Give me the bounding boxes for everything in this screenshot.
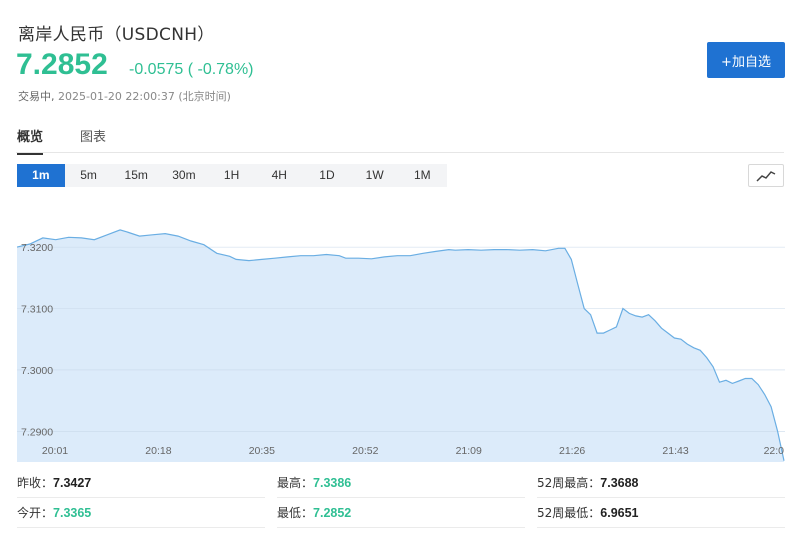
stat-value: 7.2852 bbox=[313, 506, 352, 520]
x-tick-label: 22:0 bbox=[764, 445, 785, 457]
x-tick-label: 21:09 bbox=[456, 445, 482, 457]
stat-label: 52周最高： bbox=[537, 476, 601, 490]
stat-label: 最低： bbox=[277, 506, 314, 520]
trading-status: 交易中, 2025-01-20 22:00:37 (北京时间) bbox=[18, 88, 231, 104]
divider bbox=[277, 527, 525, 528]
divider bbox=[537, 527, 785, 528]
stat-open: 今开：7.3365 bbox=[17, 498, 91, 528]
interval-4h[interactable]: 4H bbox=[255, 164, 303, 187]
interval-selector: 1m 5m 15m 30m 1H 4H 1D 1W 1M bbox=[17, 164, 447, 187]
x-tick-label: 20:18 bbox=[145, 445, 171, 457]
stat-label: 昨收： bbox=[17, 476, 54, 490]
y-tick-label: 7.3100 bbox=[21, 304, 53, 316]
interval-15m[interactable]: 15m bbox=[112, 164, 160, 187]
line-chart-icon bbox=[756, 170, 776, 182]
interval-1m[interactable]: 1m bbox=[17, 164, 65, 187]
stats-row: 昨收：7.3427 最高：7.3386 52周最高：7.3688 bbox=[17, 468, 785, 498]
stat-label: 52周最低： bbox=[537, 506, 601, 520]
timestamp: 2025-01-20 22:00:37 (北京时间) bbox=[58, 90, 231, 103]
y-tick-label: 7.3000 bbox=[21, 365, 53, 377]
stat-high: 最高：7.3386 bbox=[277, 468, 351, 498]
add-to-watchlist-button[interactable]: +加自选 bbox=[707, 42, 785, 78]
y-tick-label: 7.3200 bbox=[21, 242, 53, 254]
stat-value: 7.3427 bbox=[53, 476, 92, 490]
stat-value: 7.3688 bbox=[600, 476, 639, 490]
stat-value: 7.3365 bbox=[53, 506, 92, 520]
stats-panel: 昨收：7.3427 最高：7.3386 52周最高：7.3688 今开：7.33… bbox=[17, 468, 785, 530]
tab-bar: 概览 图表 bbox=[0, 126, 800, 155]
price-chart-svg: 7.3200 7.3100 7.3000 7.2900 20:01 20:18 20:35 2… bbox=[17, 198, 785, 462]
interval-1h[interactable]: 1H bbox=[208, 164, 256, 187]
x-tick-label: 20:01 bbox=[42, 445, 68, 457]
status-label: 交易中, bbox=[18, 90, 55, 103]
x-tick-label: 21:43 bbox=[662, 445, 688, 457]
stat-label: 最高： bbox=[277, 476, 314, 490]
price-chart[interactable]: 7.3200 7.3100 7.3000 7.2900 20:01 20:18 20:35 2… bbox=[17, 198, 785, 462]
instrument-title: 离岸人民币（USDCNH） bbox=[18, 25, 215, 45]
interval-1d[interactable]: 1D bbox=[303, 164, 351, 187]
stat-value: 7.3386 bbox=[313, 476, 352, 490]
stat-prev-close: 昨收：7.3427 bbox=[17, 468, 91, 498]
stat-label: 今开： bbox=[17, 506, 54, 520]
stat-value: 6.9651 bbox=[600, 506, 639, 520]
tab-divider bbox=[16, 152, 784, 153]
stat-52w-low: 52周最低：6.9651 bbox=[537, 498, 639, 528]
tab-chart[interactable]: 图表 bbox=[80, 126, 106, 153]
interval-30m[interactable]: 30m bbox=[160, 164, 208, 187]
stats-row: 今开：7.3365 最低：7.2852 52周最低：6.9651 bbox=[17, 498, 785, 530]
chart-type-toggle[interactable] bbox=[748, 164, 784, 187]
stat-low: 最低：7.2852 bbox=[277, 498, 351, 528]
x-tick-label: 20:35 bbox=[249, 445, 275, 457]
stat-52w-high: 52周最高：7.3688 bbox=[537, 468, 639, 498]
divider bbox=[17, 527, 265, 528]
price-change: -0.0575 ( -0.78%) bbox=[129, 61, 254, 78]
x-tick-label: 21:26 bbox=[559, 445, 585, 457]
y-tick-label: 7.2900 bbox=[21, 426, 53, 438]
interval-5m[interactable]: 5m bbox=[65, 164, 113, 187]
interval-1mo[interactable]: 1M bbox=[399, 164, 447, 187]
x-tick-label: 20:52 bbox=[352, 445, 378, 457]
interval-1w[interactable]: 1W bbox=[351, 164, 399, 187]
tab-overview[interactable]: 概览 bbox=[17, 126, 44, 155]
last-price: 7.2852 bbox=[16, 48, 108, 81]
